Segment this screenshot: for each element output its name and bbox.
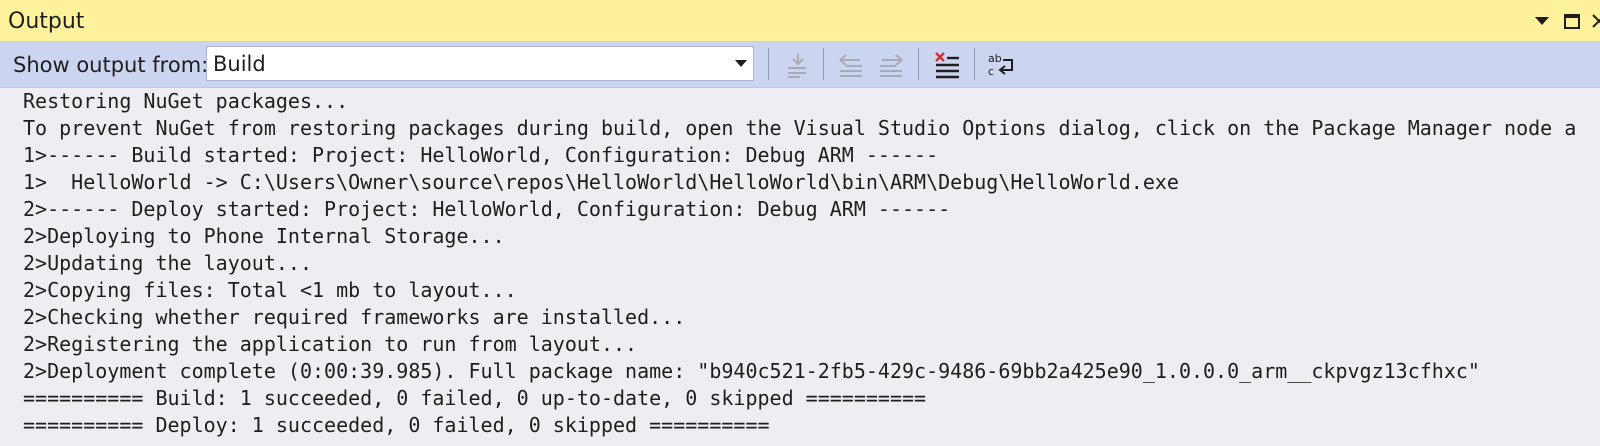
toolbar-separator xyxy=(918,48,919,80)
close-icon[interactable] xyxy=(1590,11,1600,31)
output-source-select[interactable]: Build xyxy=(206,46,754,81)
output-line: To prevent NuGet from restoring packages… xyxy=(23,116,1577,140)
svg-text:c: c xyxy=(988,65,994,78)
output-line: 2>------ Deploy started: Project: HelloW… xyxy=(23,197,951,221)
toolbar-separator xyxy=(823,48,824,80)
go-to-line-icon[interactable] xyxy=(782,50,812,80)
output-line: 2>Deployment complete (0:00:39.985). Ful… xyxy=(23,359,1480,383)
clear-all-icon[interactable] xyxy=(932,50,962,80)
previous-message-icon[interactable] xyxy=(836,50,866,80)
output-line: 1> HelloWorld -> C:\Users\Owner\source\r… xyxy=(23,170,1179,194)
output-line: 2>Deploying to Phone Internal Storage... xyxy=(23,224,505,248)
output-line: 2>Checking whether required frameworks a… xyxy=(23,305,686,329)
output-source-value: Build xyxy=(213,52,266,76)
output-toolbar: Show output from: Build ab c xyxy=(0,42,1600,88)
chevron-down-icon xyxy=(735,60,747,67)
output-line: ========== Deploy: 1 succeeded, 0 failed… xyxy=(23,413,770,437)
output-line: Restoring NuGet packages... xyxy=(23,89,349,113)
output-text-area[interactable]: Restoring NuGet packages... To prevent N… xyxy=(0,88,1600,446)
output-window: Output Show output from: Build ab c Rest… xyxy=(0,0,1600,446)
dropdown-arrow-icon[interactable] xyxy=(1532,11,1552,31)
output-line: 1>------ Build started: Project: HelloWo… xyxy=(23,143,939,167)
output-line: 2>Updating the layout... xyxy=(23,251,312,275)
maximize-icon[interactable] xyxy=(1562,11,1582,31)
output-line: 2>Registering the application to run fro… xyxy=(23,332,638,356)
toggle-word-wrap-icon[interactable]: ab c xyxy=(986,50,1016,80)
window-title: Output xyxy=(8,9,85,34)
output-line: ========== Build: 1 succeeded, 0 failed,… xyxy=(23,386,927,410)
next-message-icon[interactable] xyxy=(876,50,906,80)
output-line: 2>Copying files: Total <1 mb to layout..… xyxy=(23,278,517,302)
toolbar-separator xyxy=(768,48,769,80)
title-bar: Output xyxy=(0,0,1600,42)
show-output-label: Show output from: xyxy=(13,53,209,77)
svg-text:ab: ab xyxy=(988,52,1002,65)
toolbar-separator xyxy=(974,48,975,80)
